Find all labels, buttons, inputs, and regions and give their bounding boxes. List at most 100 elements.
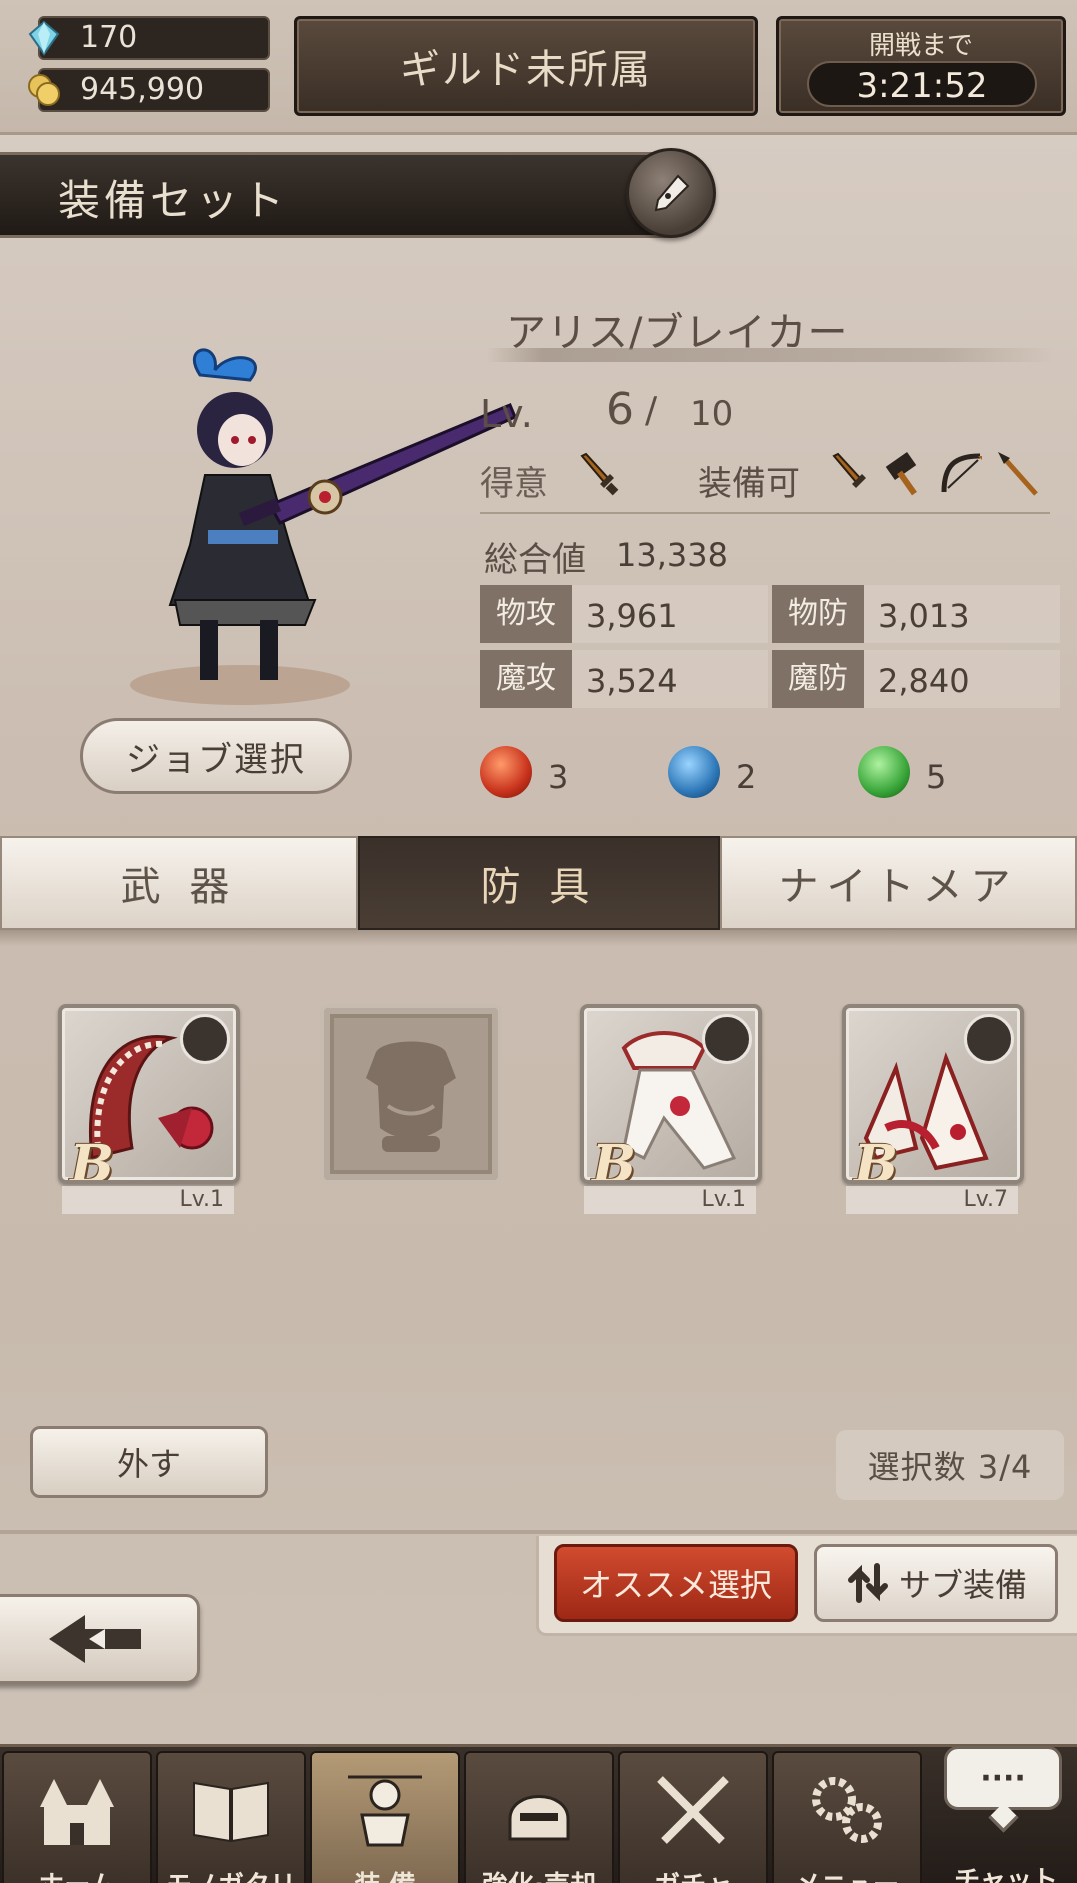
feet-type-icon bbox=[964, 1014, 1014, 1064]
water-orb-icon bbox=[668, 746, 720, 798]
rank-badge: B bbox=[854, 1134, 898, 1184]
equippable-label: 装備可 bbox=[698, 464, 800, 504]
wind-count: 5 bbox=[926, 758, 947, 796]
tab-armor[interactable]: 防 具 bbox=[358, 836, 720, 930]
character-portrait bbox=[130, 348, 517, 705]
job-select-button[interactable]: ジョブ選択 bbox=[80, 718, 352, 794]
bow-icon bbox=[941, 453, 982, 493]
chat-dots-icon: ···· bbox=[980, 1760, 1026, 1796]
tab-shadow bbox=[0, 930, 1077, 946]
nav-label: 強化·売却 bbox=[466, 1865, 612, 1883]
stat-value: 2,840 bbox=[878, 662, 970, 700]
castle-icon bbox=[40, 1779, 114, 1845]
nav-label: ガチャ bbox=[620, 1865, 766, 1883]
slot-level: Lv.1 bbox=[62, 1186, 234, 1214]
armor-slot-body-empty[interactable] bbox=[320, 1004, 502, 1184]
gem-count: 170 bbox=[80, 20, 138, 55]
chat-button[interactable]: ···· bbox=[944, 1746, 1062, 1810]
guild-button[interactable]: ギルド未所属 bbox=[294, 16, 758, 116]
nav-story[interactable]: モノガタリ bbox=[156, 1751, 306, 1883]
rank-badge: B bbox=[592, 1134, 636, 1184]
gold-coin-icon bbox=[28, 74, 60, 106]
recommend-select-button[interactable]: オススメ選択 bbox=[554, 1544, 798, 1622]
timer-label: 開戦まで bbox=[868, 31, 973, 61]
unequip-label: 外す bbox=[116, 1445, 181, 1483]
nav-label: ホーム bbox=[4, 1865, 150, 1883]
book-icon bbox=[193, 1781, 269, 1843]
equipment-tabs: 武 器 防 具 ナイトメア bbox=[0, 836, 1077, 930]
bottom-navigation: ホーム モノガタリ 装 備 強化·売却 bbox=[0, 1744, 1077, 1883]
stat-key: 物防 bbox=[772, 585, 864, 643]
gem-icon bbox=[28, 20, 60, 56]
sword-icon bbox=[580, 452, 619, 496]
stats-divider bbox=[480, 512, 1050, 514]
helmet-icon bbox=[508, 1795, 570, 1841]
gears-icon bbox=[812, 1777, 882, 1843]
job-select-label: ジョブ選択 bbox=[126, 739, 306, 780]
hammer-icon bbox=[885, 451, 917, 496]
stat-physical-attack: 物攻 3,961 bbox=[480, 585, 768, 643]
recommend-label: オススメ選択 bbox=[579, 1566, 772, 1604]
stat-key: 魔攻 bbox=[480, 650, 572, 708]
selection-count: 選択数 3/4 bbox=[836, 1430, 1064, 1500]
armor-icon bbox=[348, 1775, 422, 1847]
nav-label: 装 備 bbox=[312, 1865, 458, 1883]
section-divider bbox=[0, 1530, 1077, 1534]
unequip-button[interactable]: 外す bbox=[30, 1426, 268, 1498]
wind-orb-icon bbox=[858, 746, 910, 798]
gem-counter[interactable]: 170 bbox=[28, 16, 270, 60]
status-bar: 170 945,990 ギルド未所属 開戦まで 3:21:52 bbox=[0, 0, 1077, 135]
back-button[interactable] bbox=[0, 1594, 200, 1684]
hands-type-icon bbox=[702, 1014, 752, 1064]
nav-label: メニュー bbox=[774, 1865, 920, 1883]
sub-equip-label: サブ装備 bbox=[898, 1566, 1027, 1604]
stat-value: 3,961 bbox=[586, 597, 678, 635]
guild-label: ギルド未所属 bbox=[400, 47, 652, 93]
level-separator: / bbox=[645, 390, 658, 431]
tab-nightmare[interactable]: ナイトメア bbox=[720, 836, 1077, 930]
stat-physical-defense: 物防 3,013 bbox=[772, 585, 1060, 643]
gold-counter[interactable]: 945,990 bbox=[28, 68, 270, 112]
stat-magic-defense: 魔防 2,840 bbox=[772, 650, 1060, 708]
nav-menu[interactable]: メニュー bbox=[772, 1751, 922, 1883]
gold-count: 945,990 bbox=[80, 72, 205, 107]
total-power-value: 13,338 bbox=[616, 536, 728, 574]
pen-nib-icon bbox=[654, 174, 690, 212]
stat-key: 物攻 bbox=[480, 585, 572, 643]
edit-equip-set-button[interactable] bbox=[626, 148, 716, 238]
tab-weapons[interactable]: 武 器 bbox=[0, 836, 358, 930]
nav-label: モノガタリ bbox=[158, 1865, 304, 1883]
tab-label: 防 具 bbox=[480, 864, 598, 910]
battle-timer[interactable]: 開戦まで 3:21:52 bbox=[776, 16, 1066, 116]
armor-slot-head[interactable]: B bbox=[58, 1004, 240, 1184]
equipment-screen: 170 945,990 ギルド未所属 開戦まで 3:21:52 装備セット ジョ… bbox=[0, 0, 1077, 1883]
fire-count: 3 bbox=[548, 758, 569, 796]
spear-icon bbox=[998, 452, 1038, 496]
specialty-label: 得意 bbox=[480, 464, 548, 504]
slot-level: Lv.1 bbox=[584, 1186, 756, 1214]
rank-badge: B bbox=[70, 1134, 114, 1184]
stat-value: 3,013 bbox=[878, 597, 970, 635]
nav-gacha[interactable]: ガチャ bbox=[618, 1751, 768, 1883]
timer-value: 3:21:52 bbox=[807, 61, 1037, 107]
max-level: 10 bbox=[690, 394, 734, 434]
armor-slot-hands[interactable]: B bbox=[580, 1004, 762, 1184]
slot-level: Lv.7 bbox=[846, 1186, 1018, 1214]
swap-arrows-icon bbox=[847, 1563, 888, 1603]
tab-label: 武 器 bbox=[120, 864, 238, 910]
current-level: 6 bbox=[606, 384, 634, 435]
nav-upgrade-sell[interactable]: 強化·売却 bbox=[464, 1751, 614, 1883]
body-armor-placeholder-icon bbox=[366, 1041, 456, 1152]
name-underline bbox=[486, 348, 1056, 362]
tab-label: ナイトメア bbox=[778, 864, 1019, 910]
total-power-label: 総合値 bbox=[484, 540, 586, 580]
nav-equipment[interactable]: 装 備 bbox=[310, 1751, 460, 1883]
stat-magic-attack: 魔攻 3,524 bbox=[480, 650, 768, 708]
fire-orb-icon bbox=[480, 746, 532, 798]
sub-equip-button[interactable]: サブ装備 bbox=[814, 1544, 1058, 1622]
sword-icon bbox=[832, 452, 866, 488]
crossed-swords-icon bbox=[657, 1776, 729, 1844]
armor-slot-feet[interactable]: B bbox=[842, 1004, 1024, 1184]
nav-home[interactable]: ホーム bbox=[2, 1751, 152, 1883]
head-type-icon bbox=[180, 1014, 230, 1064]
